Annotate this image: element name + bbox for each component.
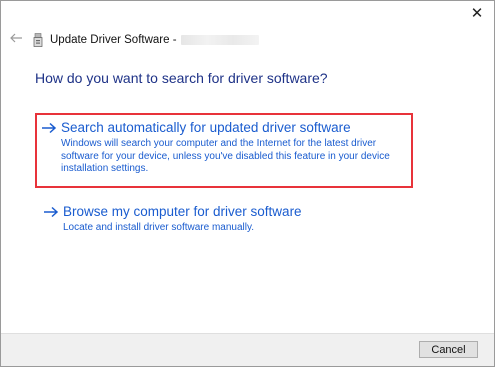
arrow-right-icon bbox=[42, 122, 57, 134]
redacted-device-name bbox=[180, 35, 259, 45]
page-heading: How do you want to search for driver sof… bbox=[35, 70, 328, 86]
dialog-title: Update Driver Software - bbox=[50, 34, 177, 46]
back-arrow-icon bbox=[10, 33, 22, 43]
device-icon bbox=[33, 33, 43, 47]
search-automatically-option[interactable]: Search automatically for updated driver … bbox=[35, 113, 413, 188]
browse-computer-description: Locate and install driver software manua… bbox=[63, 222, 255, 233]
arrow-right-icon bbox=[44, 206, 59, 218]
search-automatically-title: Search automatically for updated driver … bbox=[61, 120, 351, 135]
dialog-footer: Cancel bbox=[1, 333, 494, 366]
dialog-title-row: Update Driver Software - bbox=[33, 32, 259, 48]
update-driver-dialog: ✕ Update Driver Software - How do you wa… bbox=[0, 0, 495, 367]
browse-computer-title: Browse my computer for driver software bbox=[63, 204, 302, 219]
search-automatically-description: Windows will search your computer and th… bbox=[61, 138, 390, 174]
close-button[interactable]: ✕ bbox=[469, 6, 485, 22]
back-button[interactable] bbox=[9, 31, 23, 45]
cancel-button[interactable]: Cancel bbox=[419, 341, 478, 358]
browse-computer-option[interactable]: Browse my computer for driver software L… bbox=[37, 201, 411, 237]
close-icon: ✕ bbox=[470, 5, 484, 22]
